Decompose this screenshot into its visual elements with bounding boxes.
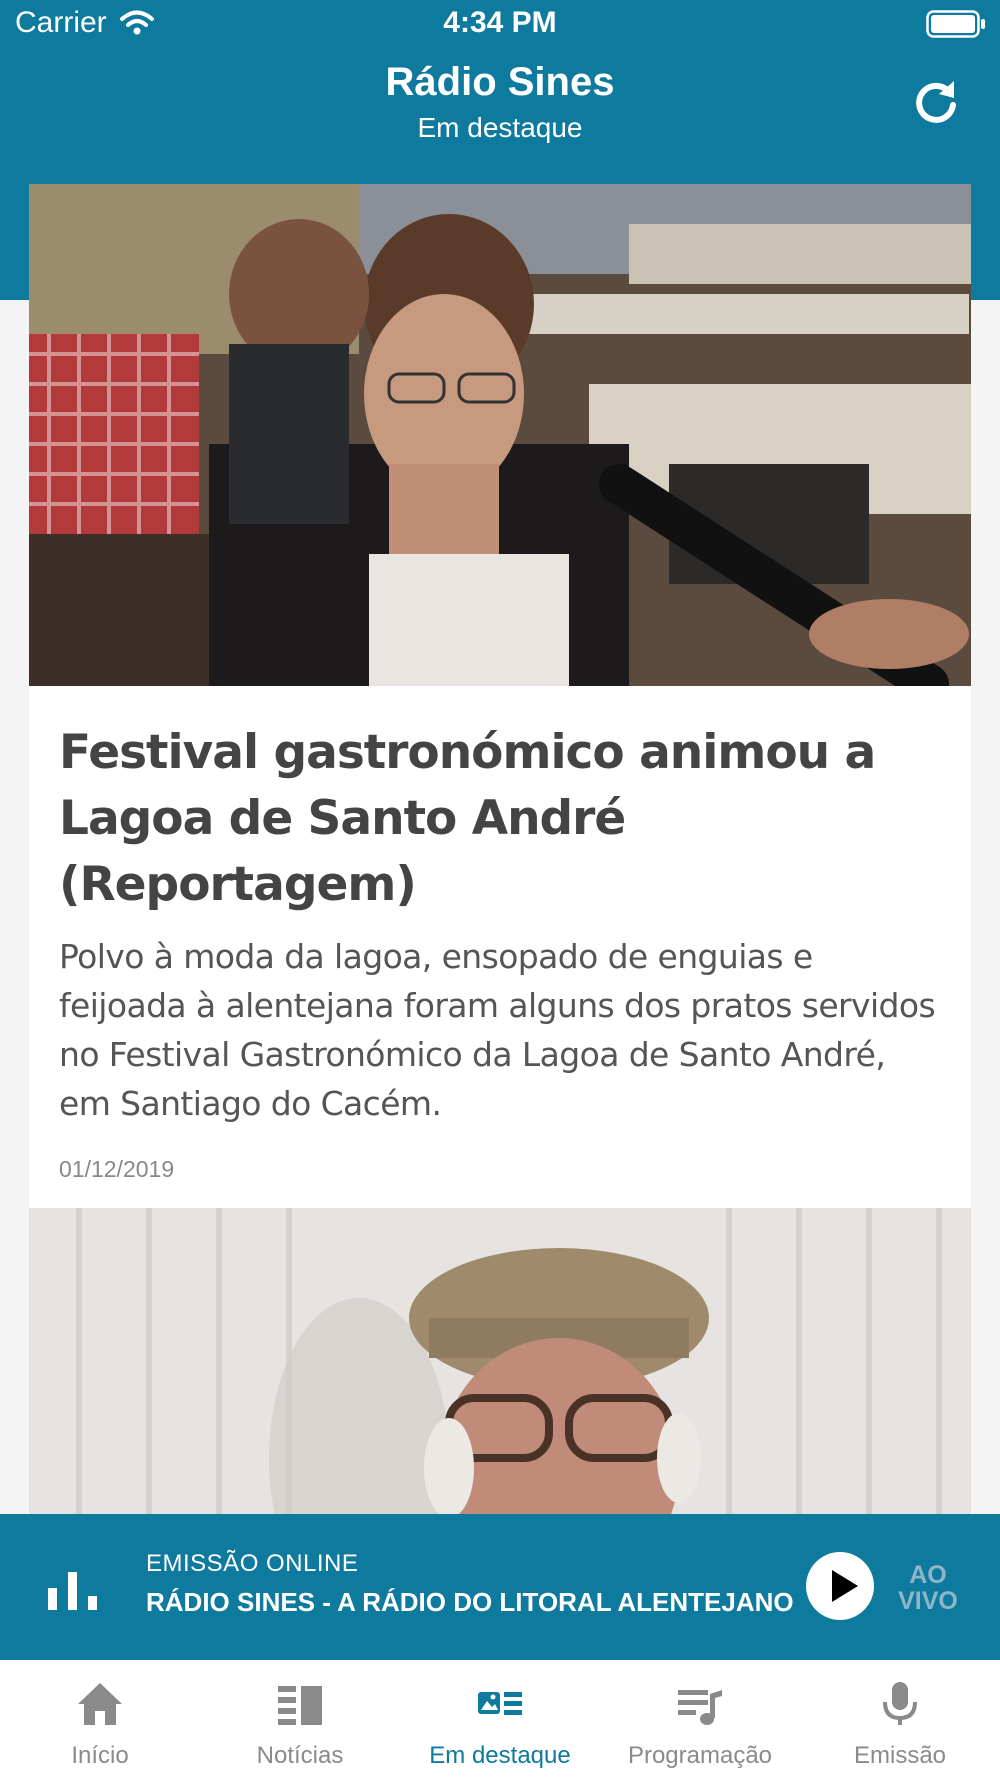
tab-inicio[interactable]: Início [0,1660,200,1778]
tab-label: Notícias [256,1742,344,1769]
tab-label: Programação [627,1742,773,1769]
tab-programacao[interactable]: Programação [600,1660,800,1778]
live-label: AO VIVO [896,1562,960,1614]
article-content: Festival gastronómico animou a Lagoa de … [29,686,971,1219]
refresh-icon[interactable] [912,78,960,126]
battery-icon [926,10,985,38]
featured-icon [478,1692,522,1715]
page-subtitle: Em destaque [417,112,583,143]
play-icon [832,1570,858,1602]
tab-label: Início [71,1742,129,1769]
equalizer-icon [48,1572,97,1610]
tab-em-destaque[interactable]: Em destaque [400,1660,600,1778]
featured-feed[interactable]: Festival gastronómico animou a Lagoa de … [0,184,1000,1514]
home-icon [78,1683,122,1725]
article-card[interactable]: Festival gastronómico animou a Lagoa de … [29,184,971,1219]
article-summary: Polvo à moda da lagoa, ensopado de engui… [59,937,936,1123]
status-time: 4:34 PM [443,6,557,39]
article-title[interactable]: Festival gastronómico animou a Lagoa de … [59,720,941,918]
article-photo [29,184,971,686]
live-label-line-2: VIVO [898,1587,958,1615]
tab-bar: Início Notícias Em destaque Programação … [0,1660,1000,1778]
article-date: 01/12/2019 [59,1156,175,1182]
article-card[interactable] [29,1208,971,1514]
live-player-bar[interactable]: EMISSÃO ONLINE RÁDIO SINES - A RÁDIO DO … [0,1514,1000,1660]
page-title: Rádio Sines [385,60,615,104]
article-photo [29,1208,971,1514]
player-station-name: RÁDIO SINES - A RÁDIO DO LITORAL ALENTEJ… [146,1587,794,1617]
tab-noticias[interactable]: Notícias [200,1660,400,1778]
playlist-icon [678,1690,722,1725]
festival-photo [29,184,971,686]
play-button[interactable] [806,1552,874,1620]
tab-emissao[interactable]: Emissão [800,1660,1000,1778]
player-label: EMISSÃO ONLINE [146,1550,359,1577]
tab-label: Em destaque [429,1742,571,1769]
tab-label: Emissão [853,1742,947,1769]
live-label-line-1: AO [909,1561,947,1589]
news-icon [278,1686,322,1725]
status-bar: Carrier 4:34 PM [0,0,1000,50]
portrait-photo [29,1208,971,1514]
microphone-icon [883,1682,917,1725]
